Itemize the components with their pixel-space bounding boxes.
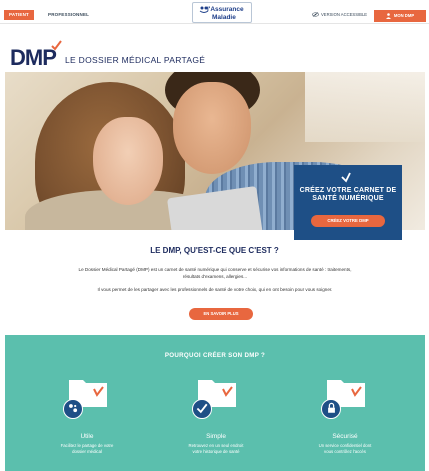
dmp-check-icon bbox=[51, 40, 62, 51]
logo-line2: Maladie bbox=[212, 14, 236, 21]
dmp-check-icon bbox=[341, 172, 351, 183]
lock-icon bbox=[321, 399, 341, 419]
dmp-subtitle: LE DOSSIER MÉDICAL PARTAGÉ bbox=[65, 55, 206, 65]
tab-professional[interactable]: PROFESSIONNEL bbox=[48, 10, 89, 20]
eye-slash-icon bbox=[312, 12, 319, 18]
mon-dmp-button[interactable]: MON DMP bbox=[374, 10, 426, 22]
mon-dmp-label: MON DMP bbox=[393, 13, 415, 18]
why-create-dmp-section: POURQUOI CRÉER SON DMP ? Utile Facilitez… bbox=[5, 335, 425, 471]
feature-simple: Simple Retrouvez en un seul endroit votr… bbox=[161, 377, 271, 454]
feature-utile: Utile Facilitez le partage de votre doss… bbox=[32, 377, 142, 454]
logo-line1: l'Assurance bbox=[207, 6, 244, 13]
dmp-acronym: DMP bbox=[10, 45, 57, 70]
tab-patient[interactable]: PATIENT bbox=[4, 10, 34, 20]
feature-description: Retrouvez en un seul endroit votre histo… bbox=[188, 443, 244, 454]
feature-name: Utile bbox=[80, 433, 94, 440]
what-is-dmp-heading: LE DMP, QU'EST-CE QUE C'EST ? bbox=[150, 246, 279, 255]
accessible-version-link[interactable]: VERSION ACCESSIBLE bbox=[312, 12, 368, 18]
user-icon bbox=[385, 13, 391, 19]
learn-more-button[interactable]: EN SAVOIR PLUS bbox=[189, 308, 253, 320]
share-icon bbox=[63, 399, 83, 419]
check-icon bbox=[192, 399, 212, 419]
feature-description: Facilitez le partage de votre dossier mé… bbox=[60, 443, 114, 454]
top-bar: PATIENT PROFESSIONNEL l'Assurance Maladi… bbox=[0, 0, 429, 24]
feature-name: Simple bbox=[206, 433, 226, 440]
create-dmp-title: CRÉEZ VOTRE CARNET DE SANTÉ NUMÉRIQUE bbox=[299, 187, 397, 202]
feature-securise: Sécurisé Un service confidentiel dont vo… bbox=[290, 377, 400, 454]
create-dmp-button[interactable]: CRÉEZ VOTRE DMP bbox=[311, 215, 385, 227]
assurance-maladie-logo[interactable]: l'Assurance Maladie bbox=[192, 2, 252, 23]
feature-description: Un service confidentiel dont vous contrô… bbox=[318, 443, 372, 454]
what-is-dmp-paragraph-1: Le Dossier Médical Partagé (DMP) est un … bbox=[78, 267, 352, 279]
accessible-version-label: VERSION ACCESSIBLE bbox=[321, 12, 368, 17]
why-heading: POURQUOI CRÉER SON DMP ? bbox=[164, 352, 266, 359]
create-dmp-card: CRÉEZ VOTRE CARNET DE SANTÉ NUMÉRIQUE CR… bbox=[294, 165, 402, 240]
what-is-dmp-paragraph-2: Il vous permet de les partager avec les … bbox=[97, 287, 333, 292]
feature-name: Sécurisé bbox=[332, 433, 358, 440]
